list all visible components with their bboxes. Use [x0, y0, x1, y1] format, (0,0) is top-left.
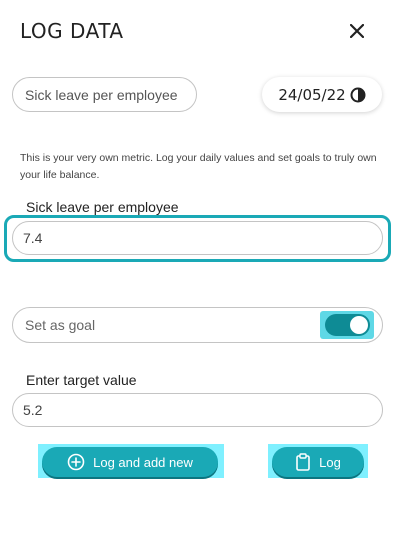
log-button[interactable]: Log: [272, 447, 364, 477]
metric-selector[interactable]: Sick leave per employee: [12, 77, 197, 112]
close-icon: [350, 24, 364, 38]
date-value: 24/05/22: [278, 85, 346, 104]
close-button[interactable]: [346, 20, 368, 42]
log-label: Log: [319, 454, 341, 470]
target-field-label: Enter target value: [26, 372, 137, 388]
log-and-add-new-label: Log and add new: [93, 454, 193, 470]
metric-name: Sick leave per employee: [25, 86, 178, 103]
info-text: This is your very own metric. Log your d…: [20, 152, 377, 181]
date-picker[interactable]: 24/05/22: [262, 77, 382, 112]
value-field-label: Sick leave per employee: [26, 199, 179, 215]
value-input[interactable]: 7.4: [12, 221, 383, 255]
half-moon-icon: [350, 87, 366, 102]
log-data-dialog: LOG DATA Sick leave per employee 24/05/2…: [0, 0, 397, 534]
target-value-input[interactable]: 5.2: [12, 393, 383, 427]
log-and-add-new-button[interactable]: Log and add new: [42, 447, 218, 477]
toggle-knob: [350, 316, 368, 334]
set-as-goal-toggle[interactable]: [325, 314, 370, 336]
target-value-text: 5.2: [23, 402, 43, 418]
value-input-text: 7.4: [23, 230, 43, 246]
plus-circle-icon: [67, 453, 85, 471]
set-as-goal-label: Set as goal: [25, 317, 96, 333]
clipboard-icon: [296, 453, 310, 471]
dialog-title: LOG DATA: [20, 19, 124, 43]
